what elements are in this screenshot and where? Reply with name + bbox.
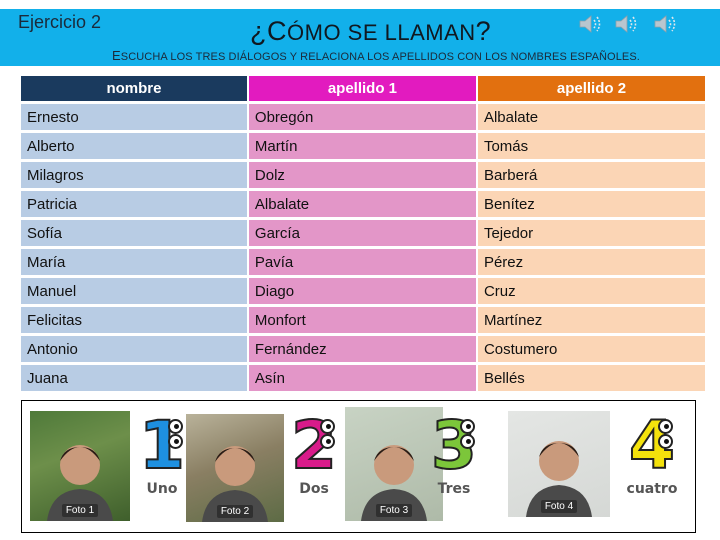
photo-label: Foto 2: [216, 505, 254, 518]
page-title: ¿CÓMO SE LLAMAN?: [250, 16, 491, 47]
table-row: Milagros Dolz Barberá: [21, 162, 705, 188]
table-row: Ernesto Obregón Albalate: [21, 104, 705, 130]
number-character-1: 1 Uno: [134, 410, 190, 498]
audio-button-3[interactable]: [653, 12, 679, 36]
photo-label: Foto 3: [375, 504, 413, 517]
cell-apellido-1: Monfort: [248, 307, 476, 333]
table-header-row: nombre apellido 1 apellido 2: [21, 76, 705, 101]
table-row: Alberto Martín Tomás: [21, 133, 705, 159]
number-character-4: 4 cuatro: [624, 410, 680, 498]
title-suffix: ?: [475, 16, 492, 46]
cell-apellido-1: Pavía: [248, 249, 476, 275]
person-photo: Foto 2: [186, 414, 284, 522]
title-prefix: ¿C: [250, 16, 287, 46]
cell-apellido-2: Barberá: [477, 162, 705, 188]
column-header-nombre: nombre: [21, 76, 247, 101]
cell-nombre: Antonio: [21, 336, 247, 362]
audio-button-2[interactable]: [614, 12, 640, 36]
cell-apellido-2: Pérez: [477, 249, 705, 275]
cell-apellido-2: Tejedor: [477, 220, 705, 246]
cartoon-eyes-icon: [454, 419, 482, 449]
column-header-apellido-1: apellido 1: [248, 76, 476, 101]
cell-apellido-1: Obregón: [248, 104, 476, 130]
audio-button-1[interactable]: [578, 12, 604, 36]
table-row: Manuel Diago Cruz: [21, 278, 705, 304]
cell-nombre: Ernesto: [21, 104, 247, 130]
table-row: Antonio Fernández Costumero: [21, 336, 705, 362]
table-row: María Pavía Pérez: [21, 249, 705, 275]
picture-strip: Foto 1 1 Uno Foto 2 2 Dos Foto 3 3 Tres Foto 4 4 cu…: [21, 400, 696, 533]
photo-label: Foto 1: [61, 504, 99, 517]
names-table: nombre apellido 1 apellido 2 Ernesto Obre…: [19, 73, 707, 394]
cell-apellido-2: Albalate: [477, 104, 705, 130]
instructions-text: SCUCHA LOS TRES DIÁLOGOS Y RELACIONA LOS…: [120, 51, 640, 63]
table-row: Juana Asín Bellés: [21, 365, 705, 391]
cell-apellido-2: Costumero: [477, 336, 705, 362]
cell-apellido-2: Martínez: [477, 307, 705, 333]
cell-nombre: Patricia: [21, 191, 247, 217]
cell-nombre: Felicitas: [21, 307, 247, 333]
exercise-label: Ejercicio 2: [18, 12, 102, 32]
number-character-2: 2 Dos: [286, 410, 342, 498]
cell-apellido-1: García: [248, 220, 476, 246]
cartoon-eyes-icon: [652, 419, 680, 449]
person-photo: Foto 1: [30, 411, 130, 521]
cell-nombre: María: [21, 249, 247, 275]
cell-apellido-1: Martín: [248, 133, 476, 159]
cell-apellido-2: Bellés: [477, 365, 705, 391]
table-row: Sofía García Tejedor: [21, 220, 705, 246]
cell-apellido-2: Benítez: [477, 191, 705, 217]
cell-nombre: Manuel: [21, 278, 247, 304]
cell-apellido-1: Dolz: [248, 162, 476, 188]
cell-nombre: Sofía: [21, 220, 247, 246]
speaker-icon: [615, 15, 637, 33]
photo-label: Foto 4: [540, 500, 578, 513]
speaker-icon: [579, 15, 601, 33]
number-character-3: 3 Tres: [426, 410, 482, 498]
cell-apellido-1: Fernández: [248, 336, 476, 362]
speaker-icon: [654, 15, 676, 33]
instructions-initial: E: [112, 48, 121, 63]
instructions: ESCUCHA LOS TRES DIÁLOGOS Y RELACIONA LO…: [112, 48, 640, 63]
cell-apellido-1: Asín: [248, 365, 476, 391]
cell-apellido-1: Albalate: [248, 191, 476, 217]
table-row: Felicitas Monfort Martínez: [21, 307, 705, 333]
cartoon-eyes-icon: [314, 419, 342, 449]
cell-nombre: Alberto: [21, 133, 247, 159]
title-small-caps: ÓMO SE LLAMAN: [287, 20, 476, 45]
table-row: Patricia Albalate Benítez: [21, 191, 705, 217]
cell-nombre: Juana: [21, 365, 247, 391]
cell-nombre: Milagros: [21, 162, 247, 188]
cell-apellido-2: Cruz: [477, 278, 705, 304]
person-photo: Foto 4: [508, 411, 610, 517]
cell-apellido-2: Tomás: [477, 133, 705, 159]
cell-apellido-1: Diago: [248, 278, 476, 304]
column-header-apellido-2: apellido 2: [477, 76, 705, 101]
table-body: Ernesto Obregón Albalate Alberto Martín Tomás…: [21, 104, 705, 391]
